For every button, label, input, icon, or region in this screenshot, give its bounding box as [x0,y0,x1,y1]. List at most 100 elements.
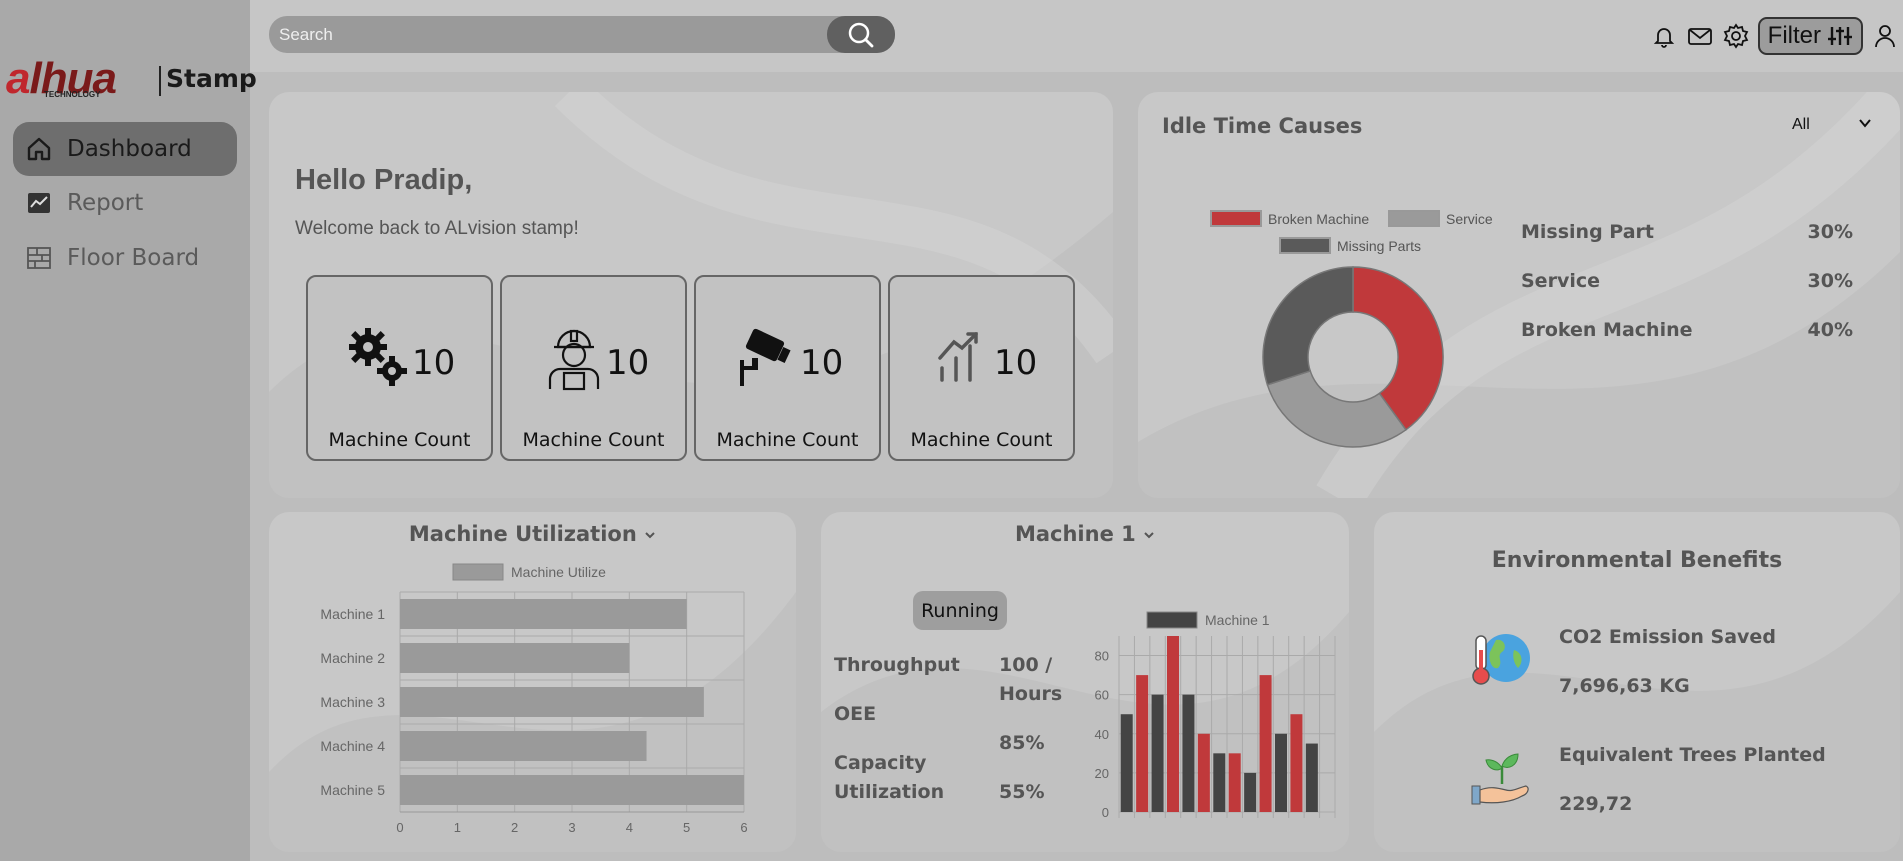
machine-count-card[interactable]: 10 Machine Count [500,275,687,461]
machine-count-value: 10 [994,343,1038,383]
machine-1-title[interactable]: Machine 1 [821,522,1349,546]
home-icon [25,135,53,163]
logo-separator [159,66,161,96]
capacity-label-line2: Utilization [834,781,945,803]
idle-filter-select[interactable]: All [1792,116,1872,134]
legend-swatch [1388,210,1440,227]
bar [1182,694,1195,812]
machine-count-card[interactable]: 10 Machine Count [306,275,493,461]
top-icons: Filter [1646,16,1903,56]
throughput-label: Throughput [834,654,960,676]
cause-row: Broken Machine 40% [1521,319,1853,341]
y-tick-label: Machine 5 [320,782,385,798]
greeting: Hello Pradip, [295,164,473,196]
utilization-title[interactable]: Machine Utilization [269,522,796,546]
sidebar-item-label: Floor Board [67,245,200,271]
capacity-value: 55% [999,781,1045,803]
cause-value: 40% [1807,319,1853,341]
idle-title: Idle Time Causes [1162,114,1363,138]
machine-count-label: Machine Count [522,429,665,451]
bar [400,599,687,629]
sidebar: alhua TECHNOLOGY Stamp Dashboard Report … [0,0,257,861]
plant-hand-icon [1471,753,1529,805]
trees-value: 229,72 [1559,793,1633,815]
bar [1120,714,1133,812]
cause-row: Service 30% [1521,270,1853,292]
sidebar-item-label: Dashboard [67,136,192,162]
cause-label: Service [1521,270,1600,292]
y-tick-label: Machine 2 [320,650,385,666]
idle-donut-chart [1262,266,1444,448]
x-tick-label: 3 [568,820,575,835]
cause-value: 30% [1807,270,1853,292]
y-tick-label: Machine 1 [320,606,385,622]
machine-1-card: Machine 1 Running Throughput 100 / Hours… [821,512,1349,852]
search-bar [269,16,895,53]
y-tick-label: 0 [1102,805,1109,820]
legend-label: Broken Machine [1268,210,1370,227]
search-icon [848,22,874,47]
legend-item[interactable]: Broken Machine [1210,210,1369,227]
throughput-value-line1: 100 / [999,654,1053,676]
sidebar-item-label: Report [67,190,144,216]
bar [1136,675,1149,812]
bar [400,775,744,805]
legend-label: Machine 1 [1205,612,1270,628]
utilization-title-text: Machine Utilization [408,522,637,546]
donut-slice [1266,369,1407,448]
machine-utilization-card: Machine Utilization Machine Utilize 0 1 2 3 4… [269,512,796,852]
donut-slice [1262,266,1354,386]
bar [1305,743,1318,812]
bar [1197,733,1210,812]
machine-count-card[interactable]: 10 Machine Count [888,275,1075,461]
dahua-logo: alhua TECHNOLOGY Stamp [4,54,257,104]
machine-count-value: 10 [606,343,650,383]
gear-icon[interactable] [1718,18,1754,54]
cctv-camera-icon [736,327,792,389]
earth-thermometer-icon [1472,634,1530,685]
x-tick-label: 5 [683,820,690,835]
legend-item[interactable]: Service [1388,210,1493,227]
top-bar: Filter [250,0,1903,72]
x-tick-label: 1 [454,820,461,835]
floor-board-icon [25,244,53,272]
machine-count-label: Machine Count [910,429,1053,451]
bar [1228,753,1241,812]
search-input[interactable] [279,16,839,53]
user-icon[interactable] [1867,18,1903,54]
sidebar-item-dashboard[interactable]: Dashboard [13,122,237,176]
sidebar-item-floor-board[interactable]: Floor Board [13,231,237,285]
bar [1275,733,1287,812]
trees-label: Equivalent Trees Planted [1559,744,1826,766]
filter-button[interactable]: Filter [1757,17,1863,55]
sidebar-item-report[interactable]: Report [13,176,237,230]
logo-subtext: TECHNOLOGY [44,90,101,99]
machine-count-card[interactable]: 10 Machine Count [694,275,881,461]
y-tick-label: 80 [1095,649,1109,664]
legend-item[interactable]: Missing Parts [1279,237,1421,254]
machine-count-value: 10 [412,343,456,383]
legend-label: Missing Parts [1337,237,1422,254]
machine-count-label: Machine Count [328,429,471,451]
co2-value: 7,696,63 KG [1559,675,1690,697]
bar [1259,675,1272,812]
bar [400,687,704,717]
report-icon [25,189,53,217]
bar [1151,694,1164,812]
oee-label: OEE [834,703,877,725]
throughput-value-line2: Hours [999,683,1063,705]
oee-value: 85% [999,732,1045,754]
chevron-down-icon [1859,119,1871,128]
filter-label: Filter [1767,22,1821,49]
environmental-card: Environmental Benefits CO2 Emission Save… [1374,512,1900,852]
cause-value: 30% [1807,221,1853,243]
capacity-label-line1: Capacity [834,752,927,774]
mail-icon[interactable] [1682,18,1718,54]
machine-1-title-text: Machine 1 [1014,522,1136,546]
bell-icon[interactable] [1646,18,1682,54]
product-name: Stamp [166,64,257,93]
growth-chart-icon [936,327,986,389]
select-value: All [1792,116,1810,133]
throughput-value: 100 / Hours [999,651,1062,709]
search-button[interactable] [827,16,895,53]
